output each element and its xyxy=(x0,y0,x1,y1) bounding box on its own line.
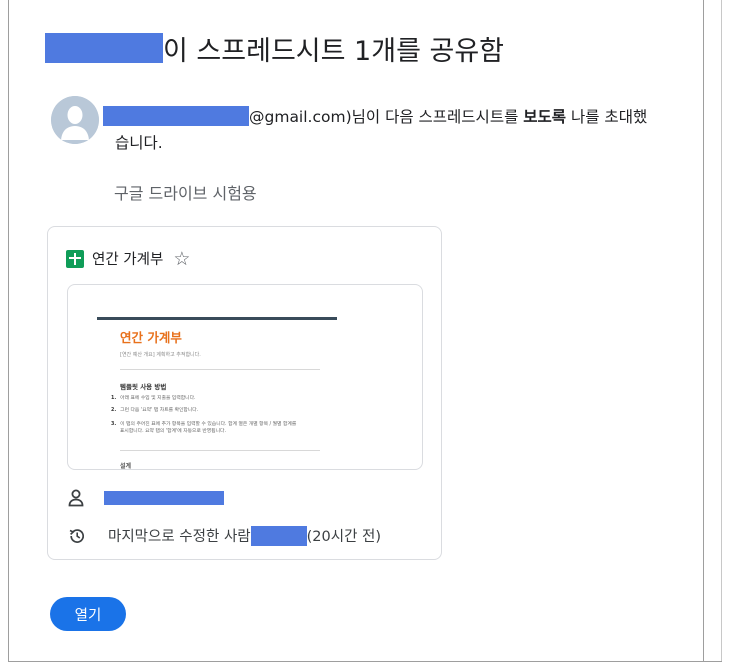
file-header[interactable]: 연간 가계부 ☆ xyxy=(66,248,190,269)
invite-emphasis: 보도록 xyxy=(523,108,567,126)
window-border-left xyxy=(8,0,9,662)
last-modified-time: (20시간 전) xyxy=(306,529,382,545)
person-icon xyxy=(68,489,84,507)
email-title: 이 스프레드시트 1개를 공유함 xyxy=(45,30,505,67)
preview-header-bar xyxy=(97,317,337,320)
window-border-right xyxy=(703,0,704,662)
google-sheets-icon xyxy=(66,249,84,268)
preview-item: 표시합니다. 요약 탭의 '합계'에 자동으로 반영됩니다. xyxy=(120,429,226,434)
preview-title: 연간 가계부 xyxy=(120,330,182,345)
preview-item: 1. 아래 표에 수입 및 지출을 입력합니다. xyxy=(111,396,196,401)
history-icon xyxy=(69,528,85,543)
invite-text: @gmail.com)님이 다음 스프레드시트를 xyxy=(249,108,524,126)
share-note: 구글 드라이브 시험용 xyxy=(114,184,257,203)
preview-item: 3. 이 탭의 주어진 표에 추가 항목을 입력할 수 있습니다. 합계 열은 개… xyxy=(111,422,297,427)
preview-item: 2. 그런 다음 '요약' 탭 차트를 확인합니다. xyxy=(111,408,199,413)
preview-divider xyxy=(120,369,320,370)
file-name[interactable]: 연간 가계부 xyxy=(92,248,163,269)
file-preview-thumbnail[interactable]: 연간 가계부 [연간 예산 개요] 계획하고 추적합니다. 템플릿 사용 방법 … xyxy=(67,284,423,470)
invite-text-end: 나를 초대했 xyxy=(566,108,648,126)
star-icon[interactable]: ☆ xyxy=(173,249,190,268)
file-owner-row xyxy=(68,489,224,507)
preview-subtitle: [연간 예산 개요] 계획하고 추적합니다. xyxy=(120,352,201,358)
sender-avatar xyxy=(51,96,99,144)
invite-message: @gmail.com)님이 다음 스프레드시트를 보도록 나를 초대했 습니다. xyxy=(103,104,683,156)
invite-text-line2: 습니다. xyxy=(115,134,163,152)
avatar-person-icon xyxy=(51,96,99,144)
email-title-text: 이 스프레드시트 1개를 공유함 xyxy=(163,35,505,67)
redacted-sender-email xyxy=(103,106,249,126)
preview-section-heading: 템플릿 사용 방법 xyxy=(120,383,167,391)
last-modified-row: 마지막으로 수정한 사람 (20시간 전) xyxy=(68,525,381,546)
redacted-modifier xyxy=(250,525,307,546)
preview-bottom-heading: 설계 xyxy=(120,463,132,470)
window-border-bottom xyxy=(8,661,722,662)
open-button[interactable]: 열기 xyxy=(50,597,126,631)
scrollbar-track[interactable] xyxy=(721,0,722,662)
redacted-sender-name xyxy=(45,33,163,63)
file-card[interactable]: 연간 가계부 ☆ 연간 가계부 [연간 예산 개요] 계획하고 추적합니다. 템… xyxy=(47,226,442,560)
redacted-owner xyxy=(104,491,224,505)
last-modified-label: 마지막으로 수정한 사람 xyxy=(108,529,251,545)
preview-divider xyxy=(120,450,320,451)
